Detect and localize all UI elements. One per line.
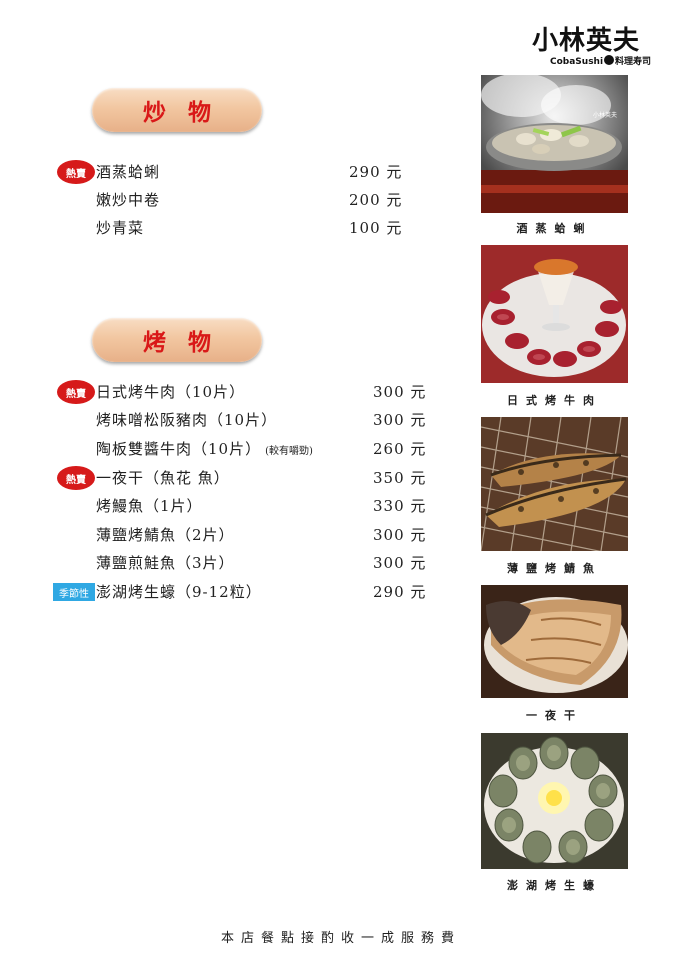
menu-item-name: 薄鹽烤鯖魚（2片） — [96, 526, 235, 544]
photo-caption: 日式烤牛肉 — [507, 394, 602, 407]
hot-sale-badge: 熱賣 — [57, 160, 95, 184]
grilled-mackerel-photo — [481, 417, 628, 551]
menu-item-name: 烤鰻魚（1片） — [96, 497, 203, 515]
menu-item-price: 260 元 — [373, 440, 427, 458]
menu-item-name: 薄鹽煎鮭魚（3片） — [96, 554, 235, 572]
clam-pot-photo: 小林英夫 — [481, 75, 628, 213]
logo-dot-icon — [604, 55, 615, 65]
brand-logo: 小林英夫 CobaSushi 料理寿司 — [532, 20, 652, 72]
section-title-text: 炒物 — [143, 99, 233, 126]
logo-sub-right: 料理寿司 — [615, 57, 652, 67]
menu-item-price: 330 元 — [373, 497, 427, 515]
menu-item-name: 烤味噌松阪豬肉（10片） — [96, 411, 278, 429]
oyster-plate-photo — [481, 733, 628, 869]
beef-plate-photo — [481, 245, 628, 383]
logo-sub-left: CobaSushi — [550, 57, 604, 67]
seasonal-badge: 季節性 — [53, 583, 95, 601]
menu-item-price: 100 元 — [349, 219, 403, 237]
menu-item-row: 陶板雙醬牛肉（10片） (較有嚼勁) — [96, 438, 313, 462]
section-title-stir-fry: 炒物 — [92, 88, 262, 132]
service-charge-note: 本店餐點接酌收一成服務費 — [220, 931, 461, 946]
menu-item-name: 炒青菜 — [96, 219, 145, 237]
logo-subtitle: CobaSushi 料理寿司 — [550, 54, 651, 67]
logo-brand-name: 小林英夫 — [532, 26, 641, 56]
menu-item-name: 澎湖烤生蠔（9-12粒） — [96, 583, 262, 601]
menu-item-price: 200 元 — [349, 191, 403, 209]
menu-item-price: 290 元 — [373, 583, 427, 601]
photo-caption: 澎湖烤生蠔 — [507, 879, 602, 892]
section-title-text: 烤物 — [143, 329, 233, 356]
photo-caption: 薄鹽烤鯖魚 — [507, 562, 602, 575]
section-title-grilled: 烤物 — [92, 318, 262, 362]
menu-item-price: 290 元 — [349, 163, 403, 181]
menu-item-name: 一夜干（魚花 魚） — [96, 469, 230, 487]
menu-item-name: 嫩炒中卷 — [96, 191, 161, 209]
menu-item-price: 300 元 — [373, 554, 427, 572]
menu-item-name: 日式烤牛肉（10片） — [96, 383, 246, 401]
dried-fish-photo — [481, 585, 628, 698]
menu-item-price: 300 元 — [373, 383, 427, 401]
menu-item-price: 300 元 — [373, 526, 427, 544]
menu-item-price: 300 元 — [373, 411, 427, 429]
menu-item-name: 酒蒸蛤蜊 — [96, 163, 161, 181]
photo-caption: 酒蒸蛤蜊 — [516, 222, 593, 235]
menu-item-note: (較有嚼勁) — [265, 446, 313, 457]
photo-caption: 一夜干 — [526, 709, 583, 722]
hot-sale-badge: 熱賣 — [57, 380, 95, 404]
menu-item-price: 350 元 — [373, 469, 427, 487]
menu-item-name: 陶板雙醬牛肉（10片） — [96, 440, 262, 458]
hot-sale-badge: 熱賣 — [57, 466, 95, 490]
photo-watermark: 小林英夫 — [593, 111, 617, 119]
